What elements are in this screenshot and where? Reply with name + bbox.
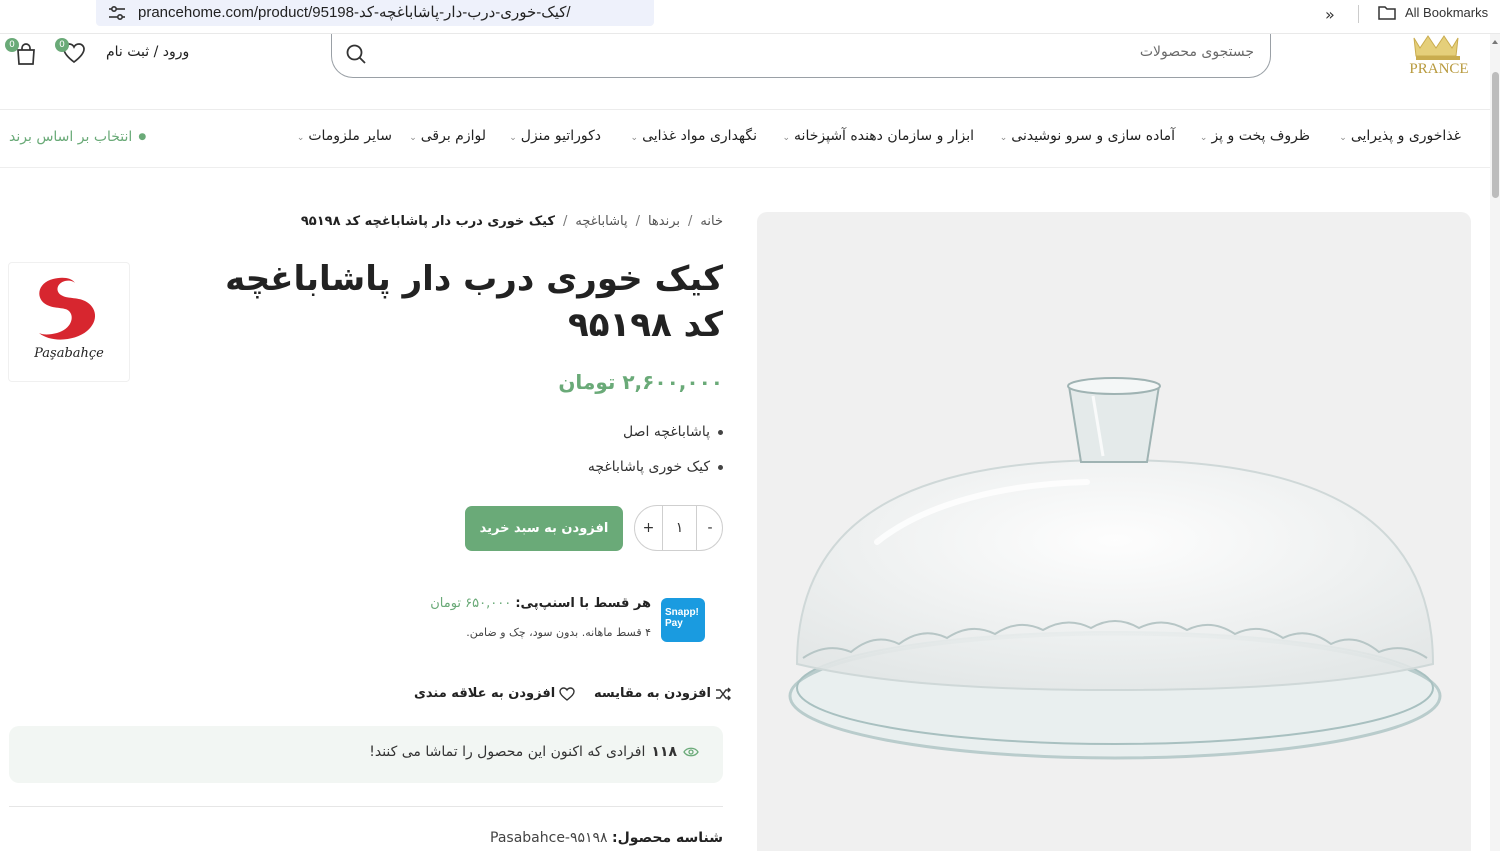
breadcrumb-home[interactable]: خانه [700,214,723,229]
snapp-installment-terms: ۴ قسط ماهانه. بدون سود، چک و ضامن. [466,626,651,639]
scroll-up-arrow-icon[interactable] [1491,38,1499,46]
nav-item-other[interactable]: سایر ملزومات⌄ [297,128,392,144]
product-title: کیک خوری درب دار پاشاباغچه کد ۹۵۱۹۸ [225,259,723,345]
product-price: ۲,۶۰۰,۰۰۰ تومان [558,370,723,394]
feature-item: کیک خوری پاشاباغچه [480,459,723,494]
bullet-icon: ● [138,132,147,142]
bullet-icon [718,464,723,470]
product-sku: شناسه محصول: Pasabahce-۹۵۱۹۸ [480,830,723,846]
main-navigation: غذاخوری و پذیرایی⌄ ظروف پخت و پز⌄ آماده … [0,110,1490,168]
add-to-compare-button[interactable]: افزودن به مقایسه [594,686,731,701]
breadcrumb-brands[interactable]: برندها [648,214,680,229]
quantity-increase-button[interactable]: + [635,506,663,550]
live-viewers-notice: ۱۱۸ افرادی که اکنون این محصول را تماشا می… [9,726,723,783]
nav-item-kitchen-tools[interactable]: ابزار و سازمان دهنده آشپزخانه⌄ [783,128,975,144]
breadcrumb-brand[interactable]: پاشاباغچه [575,214,627,229]
shuffle-compare-icon [716,687,731,700]
heart-icon [559,686,575,701]
site-header: PRANCE جستجوی محصولات ورود / ثبت نام 0 0 [0,34,1490,110]
site-logo[interactable]: PRANCE [1402,34,1476,84]
snapp-pay-logo: Snapp! Pay [661,598,705,642]
wishlist-count-badge: 0 [55,38,69,52]
chevron-down-icon: ⌄ [1339,133,1347,143]
product-image-cake-dome [788,377,1442,760]
product-features-list: پاشاباغچه اصل کیک خوری پاشاباغچه [480,424,723,494]
chevron-down-icon: ⌄ [1199,133,1208,143]
nav-item-food-storage[interactable]: نگهداری مواد غذایی⌄ [631,128,757,144]
search-box[interactable]: جستجوی محصولات [331,34,1271,78]
login-register-link[interactable]: ورود / ثبت نام [106,44,189,60]
folder-icon [1378,6,1396,20]
more-bookmarks-icon[interactable]: » [1325,5,1335,24]
logo-text: PRANCE [1409,61,1468,77]
chevron-down-icon: ⌄ [999,133,1008,143]
scrollbar-thumb[interactable] [1492,72,1499,198]
cart-count-badge: 0 [5,38,19,52]
brand-select-link[interactable]: ●انتخاب بر اساس برند [9,129,146,145]
nav-item-decorative[interactable]: دکوراتیو منزل⌄ [509,128,601,144]
chevron-down-icon: ⌄ [630,133,639,143]
pasabahce-wordmark: Paşabahçe [33,346,104,361]
viewers-count: ۱۱۸ [651,744,677,760]
breadcrumb: خانه/برندها/پاشاباغچه/کیک خوری درب دار پ… [300,214,723,229]
add-to-wishlist-button[interactable]: افزودن به علاقه مندی [414,686,575,701]
viewers-text: افرادی که اکنون این محصول را تماشا می کن… [369,744,646,760]
snapp-installment-line: هر قسط با اسنپ‌پی: ۶۵۰,۰۰۰ تومان [430,596,651,611]
feature-item: پاشاباغچه اصل [480,424,723,459]
nav-item-appliances[interactable]: لوازم برقی⌄ [409,128,486,144]
nav-item-beverage[interactable]: آماده سازی و سرو نوشیدنی⌄ [1000,128,1175,144]
quantity-decrease-button[interactable]: - [697,506,723,550]
chevron-down-icon: ⌄ [782,133,791,143]
eye-icon [683,747,699,757]
product-image-panel[interactable] [757,212,1471,851]
address-bar[interactable]: prancehome.com/product/95198-کیک-خوری-در… [96,0,654,26]
pasabahce-logo-icon: Paşabahçe [33,277,104,361]
snapp-pay-box: Snapp! Pay هر قسط با اسنپ‌پی: ۶۵۰,۰۰۰ تو… [8,576,725,662]
search-input[interactable]: جستجوی محصولات [1140,44,1254,60]
site-settings-icon[interactable] [108,5,126,21]
quantity-input[interactable]: ۱ [663,506,697,550]
browser-toolbar: prancehome.com/product/95198-کیک-خوری-در… [0,0,1500,34]
quantity-stepper[interactable]: + ۱ - [634,505,723,551]
chevron-down-icon: ⌄ [296,133,305,143]
search-icon[interactable] [344,42,368,66]
all-bookmarks-link[interactable]: All Bookmarks [1405,5,1488,20]
url-text[interactable]: prancehome.com/product/95198-کیک-خوری-در… [138,3,571,21]
breadcrumb-current: کیک خوری درب دار پاشاباغچه کد ۹۵۱۹۸ [300,214,555,229]
sku-value: Pasabahce-۹۵۱۹۸ [490,830,608,846]
bullet-icon [718,429,723,435]
bookmarks-separator [1358,5,1359,23]
snapp-installment-amount: ۶۵۰,۰۰۰ تومان [430,596,512,611]
brand-logo-pasabahce[interactable]: Paşabahçe [8,262,130,382]
chevron-down-icon: ⌄ [509,133,517,143]
nav-item-dining[interactable]: غذاخوری و پذیرایی⌄ [1339,128,1461,144]
sku-label: شناسه محصول: [612,830,723,846]
nav-item-cookware[interactable]: ظروف پخت و پز⌄ [1200,128,1310,144]
add-to-cart-button[interactable]: افزودن به سبد خرید [465,506,623,551]
chevron-down-icon: ⌄ [409,133,417,143]
section-divider [9,806,723,807]
